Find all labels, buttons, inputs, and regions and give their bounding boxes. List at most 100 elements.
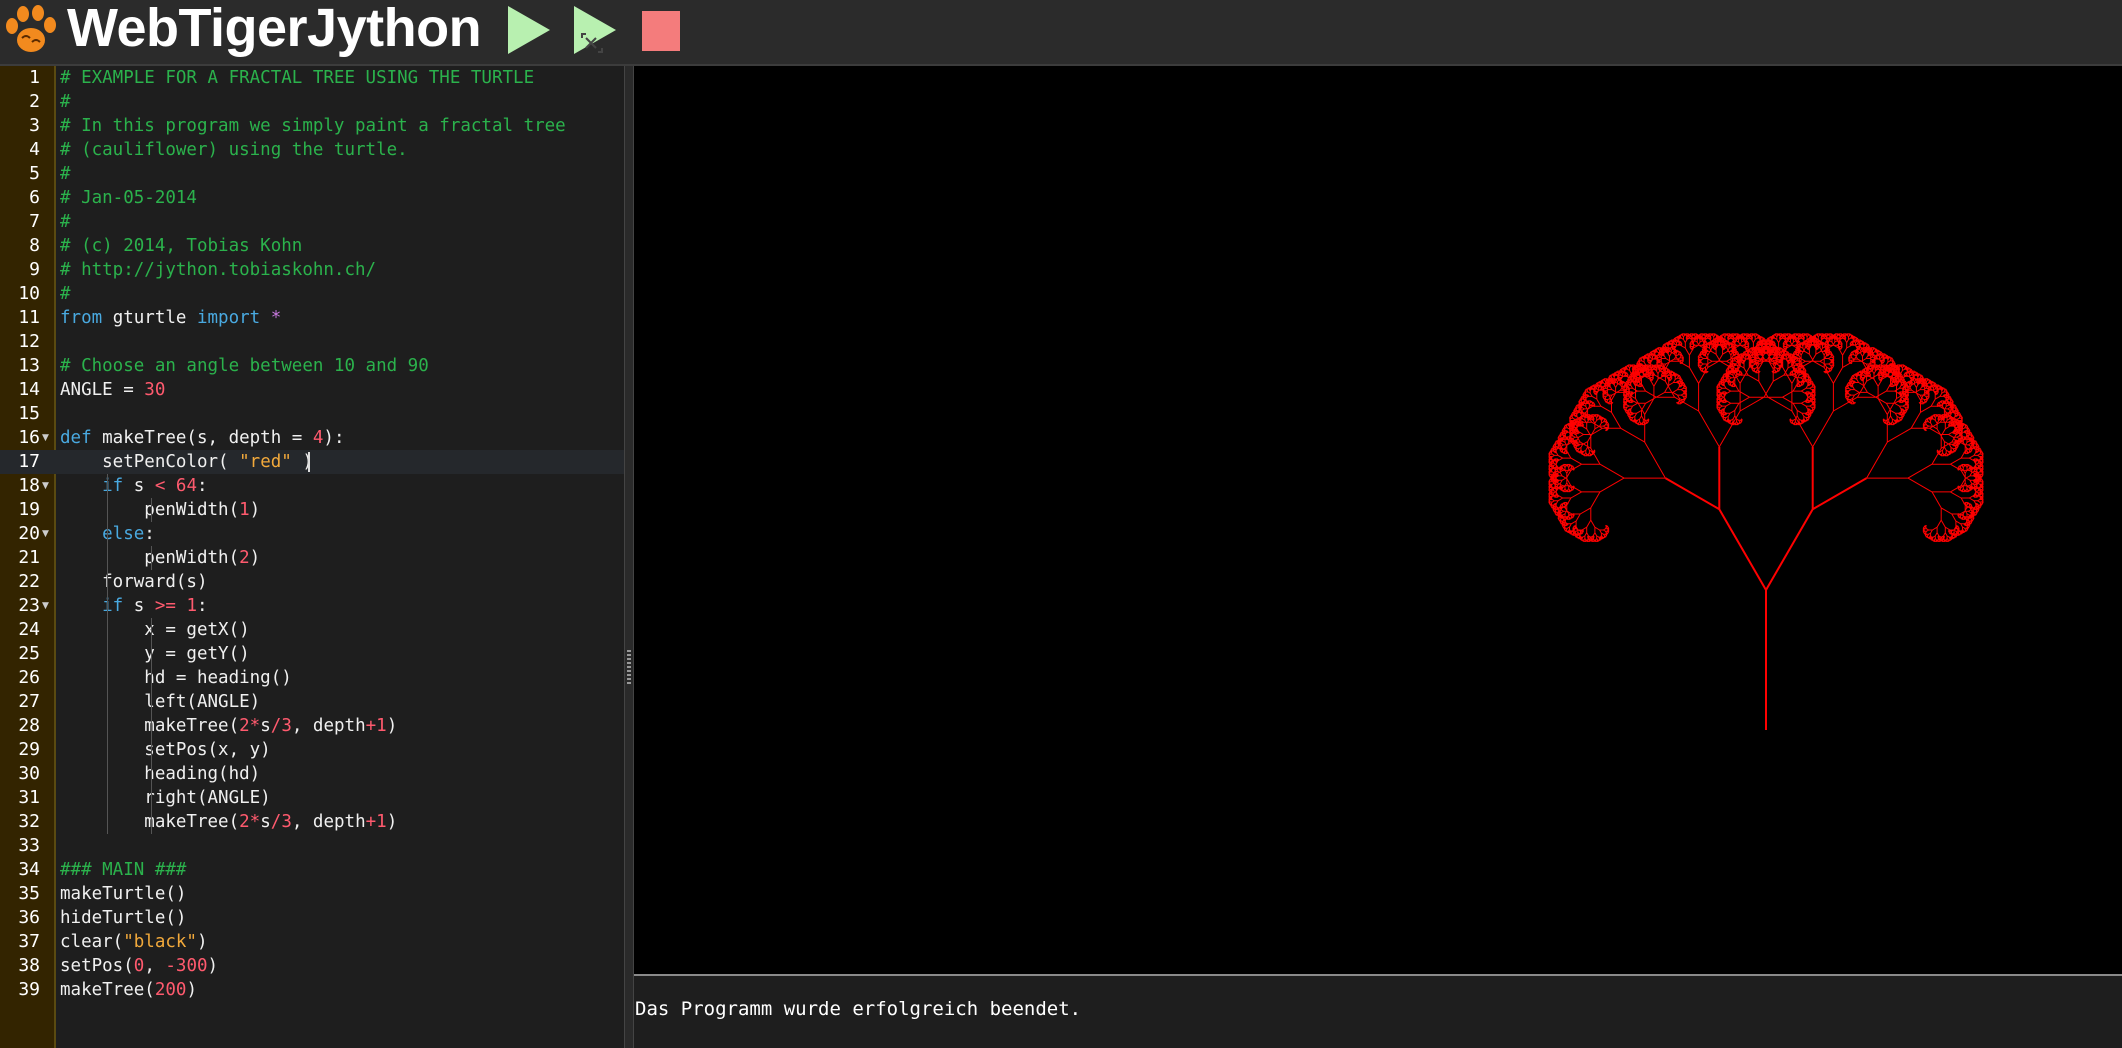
code-line[interactable]: 26 hd = heading() bbox=[0, 666, 624, 690]
line-number: 29 bbox=[18, 739, 40, 760]
code-token-number: 64 bbox=[175, 476, 197, 496]
code-token-text: , bbox=[144, 956, 166, 976]
line-number: 14 bbox=[18, 379, 40, 400]
code-text: def makeTree(s, depth = 4): bbox=[60, 426, 345, 450]
code-line[interactable]: 35 makeTurtle() bbox=[0, 882, 624, 906]
code-token-keyword: import bbox=[196, 308, 261, 328]
code-token-operator: / bbox=[270, 716, 282, 736]
code-line[interactable]: 20 ▼ else: bbox=[0, 522, 624, 546]
fold-arrow-icon[interactable]: ▼ bbox=[42, 522, 49, 546]
code-line[interactable]: 21 penWidth(2) bbox=[0, 546, 624, 570]
code-line[interactable]: 22 forward(s) bbox=[0, 570, 624, 594]
code-line[interactable]: 37 clear("black") bbox=[0, 930, 624, 954]
line-number: 30 bbox=[18, 763, 40, 784]
code-line[interactable]: 3 # In this program we simply paint a fra… bbox=[0, 114, 624, 138]
code-token-text: makeTree( bbox=[60, 980, 155, 1000]
run-button[interactable] bbox=[500, 4, 556, 56]
code-token-text: ) bbox=[207, 956, 219, 976]
code-line[interactable]: 1 # EXAMPLE FOR A FRACTAL TREE USING THE … bbox=[0, 66, 624, 90]
code-line[interactable]: 36 hideTurtle() bbox=[0, 906, 624, 930]
code-token-keyword: if bbox=[60, 596, 124, 616]
code-line[interactable]: 34 ### MAIN ### bbox=[0, 858, 624, 882]
code-token-text: : bbox=[197, 596, 208, 616]
output-console: Das Programm wurde erfolgreich beendet. bbox=[634, 976, 2122, 1048]
code-text: setPenColor( "red" ) bbox=[60, 450, 313, 474]
code-line[interactable]: 24 x = getX() bbox=[0, 618, 624, 642]
code-token-keyword: else bbox=[60, 524, 145, 544]
code-token-comment: # http://jython.tobiaskohn.ch/ bbox=[60, 260, 377, 280]
code-token-operator: * bbox=[249, 812, 261, 832]
code-token-number: 1 bbox=[186, 596, 197, 616]
code-text: right(ANGLE) bbox=[60, 786, 270, 810]
code-line[interactable]: 29 setPos(x, y) bbox=[0, 738, 624, 762]
fold-arrow-icon[interactable]: ▼ bbox=[42, 426, 49, 450]
code-token-text: makeTurtle() bbox=[60, 884, 187, 904]
vertical-splitter[interactable] bbox=[624, 66, 634, 1048]
fractal-tree-drawing bbox=[1548, 333, 1984, 730]
debug-run-button[interactable] bbox=[568, 4, 624, 56]
code-line[interactable]: 32 makeTree(2*s/3, depth+1) bbox=[0, 810, 624, 834]
code-line[interactable]: 16 ▼ def makeTree(s, depth = 4): bbox=[0, 426, 624, 450]
line-number: 25 bbox=[18, 643, 40, 664]
line-number: 19 bbox=[18, 499, 40, 520]
code-text: makeTree(200) bbox=[60, 978, 197, 1002]
fold-arrow-icon[interactable]: ▼ bbox=[42, 594, 49, 618]
code-text: left(ANGLE) bbox=[60, 690, 260, 714]
code-line[interactable]: 12 bbox=[0, 330, 624, 354]
line-number: 17 bbox=[18, 451, 40, 472]
code-token-comment: # In this program we simply paint a frac… bbox=[60, 116, 566, 136]
code-line[interactable]: 30 heading(hd) bbox=[0, 762, 624, 786]
code-token-text: hd = heading() bbox=[60, 668, 292, 688]
code-token-text: forward(s) bbox=[60, 572, 208, 592]
code-line[interactable]: 2 # bbox=[0, 90, 624, 114]
toolbar: WebTigerJython bbox=[0, 0, 2122, 66]
code-line[interactable]: 4 # (cauliflower) using the turtle. bbox=[0, 138, 624, 162]
line-number: 31 bbox=[18, 787, 40, 808]
code-line[interactable]: 14 ANGLE = 30 bbox=[0, 378, 624, 402]
fold-arrow-icon[interactable]: ▼ bbox=[42, 474, 49, 498]
code-token-operator: + bbox=[365, 812, 377, 832]
splitter-grip-icon[interactable] bbox=[627, 650, 631, 686]
code-line[interactable]: 25 y = getY() bbox=[0, 642, 624, 666]
code-line[interactable]: 5 # bbox=[0, 162, 624, 186]
code-token-text: penWidth( bbox=[60, 548, 240, 568]
line-number: 26 bbox=[18, 667, 40, 688]
code-line[interactable]: 23 ▼ if s >= 1: bbox=[0, 594, 624, 618]
code-line[interactable]: 28 makeTree(2*s/3, depth+1) bbox=[0, 714, 624, 738]
tree-branch-path bbox=[1664, 446, 1868, 730]
line-number: 22 bbox=[18, 571, 40, 592]
code-line[interactable]: 18 ▼ if s < 64: bbox=[0, 474, 624, 498]
code-line[interactable]: 7 # bbox=[0, 210, 624, 234]
code-token-number: 0 bbox=[133, 956, 145, 976]
code-line[interactable]: 39 makeTree(200) bbox=[0, 978, 624, 1002]
line-number: 20 bbox=[18, 523, 40, 544]
code-editor[interactable]: 1 # EXAMPLE FOR A FRACTAL TREE USING THE … bbox=[0, 66, 624, 1048]
code-text: penWidth(2) bbox=[60, 546, 260, 570]
code-line[interactable]: 6 # Jan-05-2014 bbox=[0, 186, 624, 210]
code-line[interactable]: 27 left(ANGLE) bbox=[0, 690, 624, 714]
code-line[interactable]: 10 # bbox=[0, 282, 624, 306]
stop-button[interactable] bbox=[636, 4, 692, 56]
console-message: Das Programm wurde erfolgreich beendet. bbox=[635, 998, 1082, 1020]
code-token-text: ): bbox=[323, 428, 345, 448]
code-text: # EXAMPLE FOR A FRACTAL TREE USING THE T… bbox=[60, 66, 534, 90]
code-token-text: left(ANGLE) bbox=[60, 692, 261, 712]
code-line[interactable]: 33 bbox=[0, 834, 624, 858]
code-line[interactable]: 8 # (c) 2014, Tobias Kohn bbox=[0, 234, 624, 258]
code-line[interactable]: 11 from gturtle import * bbox=[0, 306, 624, 330]
code-line[interactable]: 38 setPos(0, -300) bbox=[0, 954, 624, 978]
code-line[interactable]: 31 right(ANGLE) bbox=[0, 786, 624, 810]
code-line[interactable]: 15 bbox=[0, 402, 624, 426]
code-line[interactable]: 17 setPenColor( "red" ) bbox=[0, 450, 624, 474]
code-token-text: s bbox=[123, 596, 155, 616]
code-line[interactable]: 9 # http://jython.tobiaskohn.ch/ bbox=[0, 258, 624, 282]
code-line[interactable]: 13 # Choose an angle between 10 and 90 bbox=[0, 354, 624, 378]
code-text: ### MAIN ### bbox=[60, 858, 186, 882]
code-token-number: 2 bbox=[239, 716, 250, 736]
code-line[interactable]: 19 penWidth(1) bbox=[0, 498, 624, 522]
line-number: 11 bbox=[18, 307, 40, 328]
tree-branch-path bbox=[1548, 333, 1984, 543]
code-token-text: , depth bbox=[291, 716, 366, 736]
